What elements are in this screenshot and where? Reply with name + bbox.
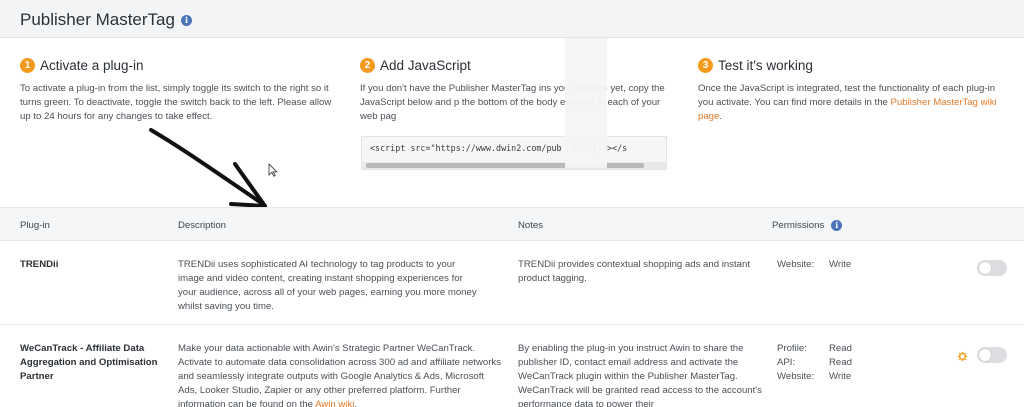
step-description: To activate a plug-in from the list, sim… [20, 83, 332, 122]
column-header-notes: Notes [518, 220, 544, 231]
awin-wiki-link[interactable]: Awin wiki [315, 399, 354, 407]
column-header-permissions: Permissions i [772, 220, 843, 231]
plugin-enable-toggle[interactable] [977, 347, 1007, 363]
table-row: WeCanTrack - Affiliate Data Aggregation … [0, 325, 1024, 407]
step-heading: Test it's working [718, 57, 813, 73]
step-number-badge: 2 [360, 57, 375, 73]
step-number-badge: 3 [698, 57, 713, 73]
step-description: If you don't have the Publisher MasterTa… [360, 83, 665, 122]
step-description: Once the JavaScript is integrated, test … [698, 83, 997, 122]
plugin-permissions: Profile: Read API: Read Website: Write [777, 343, 852, 382]
plugin-notes: By enabling the plug-in you instruct Awi… [518, 343, 762, 407]
toggle-knob [979, 262, 991, 274]
plugin-name: WeCanTrack - Affiliate Data Aggregation … [20, 343, 158, 382]
info-icon[interactable]: i [180, 15, 192, 27]
column-header-plugin: Plug-in [20, 220, 50, 231]
plugin-description: Make your data actionable with Awin's St… [178, 342, 503, 407]
step-activate-plugin: 1 Activate a plug-in To activate a plug-… [20, 56, 336, 124]
code-scrollbar[interactable] [362, 162, 666, 169]
plugins-table-header: Plug-in Description Notes Permissions i [0, 207, 1024, 241]
step-test-working: 3 Test it's working Once the JavaScript … [698, 56, 998, 124]
page-header: Publisher MasterTag i [0, 0, 1024, 38]
plugin-notes: TRENDii provides contextual shopping ads… [518, 259, 750, 284]
mouse-cursor-icon [268, 163, 278, 177]
plugin-description: TRENDii uses sophisticated AI technology… [178, 259, 477, 312]
permissions-info-icon[interactable]: i [831, 220, 843, 231]
plugin-enable-toggle[interactable] [977, 260, 1007, 276]
page-title: Publisher MasterTag i [20, 10, 192, 30]
step-add-javascript: 2 Add JavaScript If you don't have the P… [360, 56, 680, 124]
step-heading: Add JavaScript [380, 57, 471, 73]
plugin-permissions: Website: Write [777, 259, 852, 270]
plugin-name: TRENDii [20, 259, 59, 270]
step-heading: Activate a plug-in [40, 57, 144, 73]
step-number-badge: 1 [20, 57, 35, 73]
gear-icon[interactable] [957, 351, 968, 362]
javascript-code-box[interactable]: <script src="https://www.dwin2.com/pub .… [361, 136, 667, 170]
column-header-description: Description [178, 220, 226, 231]
annotation-arrow-icon [149, 128, 267, 208]
toggle-knob [979, 349, 991, 361]
redaction-blur [565, 38, 607, 168]
table-row: TRENDii TRENDii uses sophisticated AI te… [0, 241, 1024, 325]
